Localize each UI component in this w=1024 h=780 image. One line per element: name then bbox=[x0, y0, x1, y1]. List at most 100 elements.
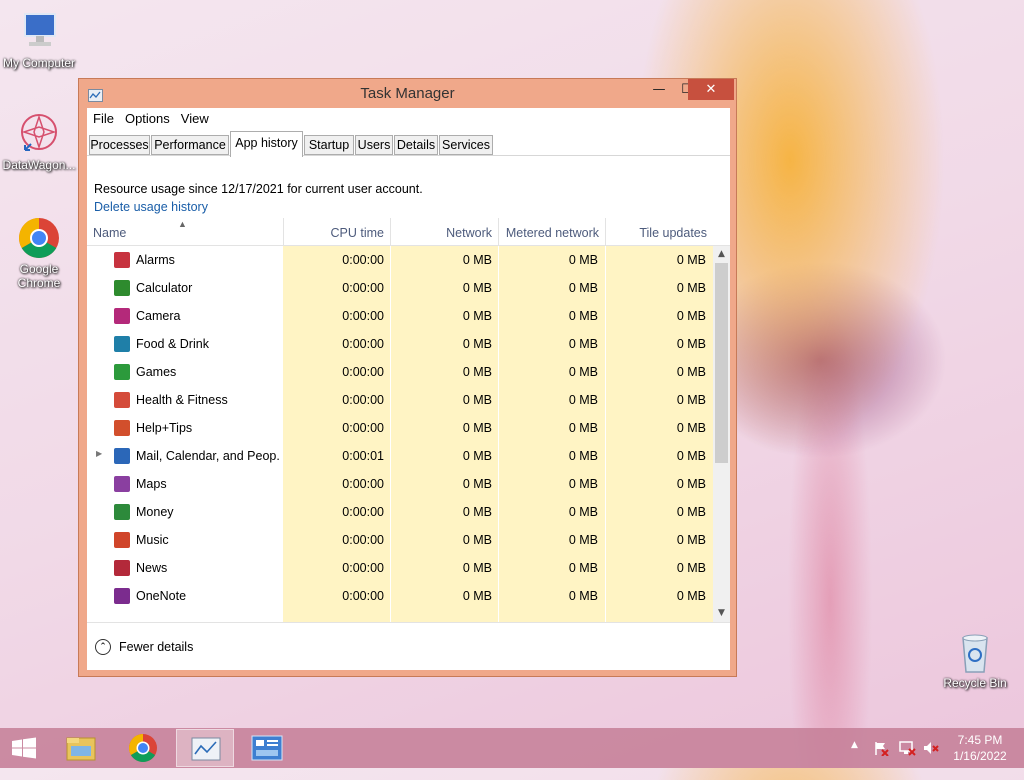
cpu-time-value: 0:00:00 bbox=[342, 589, 384, 603]
network-value: 0 MB bbox=[462, 281, 492, 295]
fewer-details-button[interactable]: Fewer details bbox=[119, 640, 193, 654]
table-row[interactable]: Alarms 0:00:00 0 MB 0 MB 0 MB bbox=[87, 246, 713, 274]
tile-updates-value: 0 MB bbox=[676, 393, 706, 407]
menu-file[interactable]: File bbox=[87, 108, 119, 126]
cpu-time-value: 0:00:00 bbox=[342, 533, 384, 547]
tab-services[interactable]: Services bbox=[439, 135, 493, 155]
scroll-up-icon[interactable]: ▲ bbox=[713, 246, 730, 263]
desktop-icon-my-computer[interactable]: My Computer bbox=[1, 10, 77, 70]
expand-arrow-icon[interactable]: ▶ bbox=[96, 449, 102, 458]
volume-muted-icon[interactable] bbox=[922, 740, 940, 780]
column-network[interactable]: Network bbox=[390, 218, 498, 245]
network-value: 0 MB bbox=[462, 421, 492, 435]
column-tile-updates-label: Tile updates bbox=[639, 226, 707, 240]
window-title: Task Manager bbox=[360, 85, 455, 102]
tile-updates-value: 0 MB bbox=[676, 589, 706, 603]
desktop-icon-label: Google Chrome bbox=[17, 262, 61, 290]
cpu-time-value: 0:00:00 bbox=[342, 477, 384, 491]
minimize-button[interactable]: — bbox=[645, 79, 673, 100]
network-value: 0 MB bbox=[462, 309, 492, 323]
tab-processes[interactable]: Processes bbox=[89, 135, 150, 155]
tile-updates-value: 0 MB bbox=[676, 365, 706, 379]
table-row[interactable]: Maps 0:00:00 0 MB 0 MB 0 MB bbox=[87, 470, 713, 498]
app-icon bbox=[114, 308, 130, 324]
network-value: 0 MB bbox=[462, 477, 492, 491]
column-tile-updates[interactable]: Tile updates bbox=[605, 218, 713, 245]
app-name: Help+Tips bbox=[136, 421, 193, 435]
metered-network-value: 0 MB bbox=[568, 505, 598, 519]
table-row[interactable]: Music 0:00:00 0 MB 0 MB 0 MB bbox=[87, 526, 713, 554]
start-button[interactable] bbox=[0, 729, 50, 767]
scroll-down-icon[interactable]: ▼ bbox=[713, 605, 730, 622]
cpu-time-value: 0:00:00 bbox=[342, 421, 384, 435]
computer-icon bbox=[17, 10, 61, 54]
menu-bar: File Options View bbox=[87, 108, 730, 131]
task-manager-icon bbox=[191, 737, 221, 761]
tab-users[interactable]: Users bbox=[355, 135, 393, 155]
system-clock[interactable]: 7:45 PM 1/16/2022 bbox=[940, 732, 1020, 764]
column-cpu-time[interactable]: CPU time bbox=[283, 218, 390, 245]
action-center-flag-icon[interactable] bbox=[873, 740, 889, 780]
desktop-icon-label: Recycle Bin bbox=[943, 676, 1007, 690]
app-icon bbox=[114, 588, 130, 604]
collapse-chevron-icon[interactable]: ⌃ bbox=[95, 639, 111, 655]
network-value: 0 MB bbox=[462, 253, 492, 267]
desktop-icon-label: My Computer bbox=[2, 56, 76, 70]
cpu-time-value: 0:00:01 bbox=[342, 449, 384, 463]
taskbar-file-explorer[interactable] bbox=[52, 729, 110, 767]
desktop-icon-datawagon[interactable]: DataWagon... bbox=[1, 112, 77, 172]
app-name: Maps bbox=[136, 477, 167, 491]
menu-view[interactable]: View bbox=[175, 108, 214, 126]
column-metered-network[interactable]: Metered network bbox=[498, 218, 605, 245]
app-name: Camera bbox=[136, 309, 181, 323]
table-row[interactable]: Help+Tips 0:00:00 0 MB 0 MB 0 MB bbox=[87, 414, 713, 442]
network-value: 0 MB bbox=[462, 337, 492, 351]
app-icon bbox=[114, 364, 130, 380]
taskbar: ▲ 7:45 PM 1/16/2022 bbox=[0, 728, 1024, 768]
app-icon bbox=[114, 252, 130, 268]
cpu-time-value: 0:00:00 bbox=[342, 253, 384, 267]
chrome-icon bbox=[17, 216, 61, 260]
tab-details[interactable]: Details bbox=[394, 135, 438, 155]
table-row[interactable]: Health & Fitness 0:00:00 0 MB 0 MB 0 MB bbox=[87, 386, 713, 414]
desktop-icon-recycle-bin[interactable]: Recycle Bin bbox=[937, 630, 1013, 690]
network-icon[interactable] bbox=[898, 740, 916, 780]
table-row[interactable]: Money 0:00:00 0 MB 0 MB 0 MB bbox=[87, 498, 713, 526]
close-button[interactable]: ✕ bbox=[688, 79, 734, 100]
metered-network-value: 0 MB bbox=[568, 533, 598, 547]
app-name: Mail, Calendar, and Peop... bbox=[136, 449, 281, 463]
title-bar[interactable]: Task Manager — ☐ ✕ bbox=[79, 79, 736, 107]
taskbar-control-panel[interactable] bbox=[238, 729, 296, 767]
vertical-scrollbar[interactable]: ▲ ▼ bbox=[713, 246, 730, 622]
app-name: OneNote bbox=[136, 589, 187, 603]
app-icon bbox=[114, 392, 130, 408]
delete-usage-history-link[interactable]: Delete usage history bbox=[94, 200, 423, 214]
taskbar-chrome[interactable] bbox=[114, 729, 172, 767]
scrollbar-thumb[interactable] bbox=[715, 263, 728, 463]
app-icon bbox=[114, 476, 130, 492]
cpu-time-value: 0:00:00 bbox=[342, 337, 384, 351]
desktop-icon-google-chrome[interactable]: Google Chrome bbox=[1, 216, 77, 290]
table-row[interactable]: Camera 0:00:00 0 MB 0 MB 0 MB bbox=[87, 302, 713, 330]
column-name[interactable]: Name bbox=[87, 218, 283, 245]
app-icon bbox=[114, 504, 130, 520]
tile-updates-value: 0 MB bbox=[676, 281, 706, 295]
app-icon bbox=[114, 420, 130, 436]
table-row[interactable]: OneNote 0:00:00 0 MB 0 MB 0 MB bbox=[87, 582, 713, 610]
app-name: Money bbox=[136, 505, 174, 519]
tab-app-history[interactable]: App history bbox=[230, 131, 303, 157]
tab-startup[interactable]: Startup bbox=[304, 135, 354, 155]
table-row[interactable]: ▶ Mail, Calendar, and Peop... 0:00:01 0 MB 0… bbox=[87, 442, 713, 470]
cpu-time-value: 0:00:00 bbox=[342, 393, 384, 407]
table-row[interactable]: Food & Drink 0:00:00 0 MB 0 MB 0 MB bbox=[87, 330, 713, 358]
tab-performance[interactable]: Performance bbox=[151, 135, 229, 155]
tile-updates-value: 0 MB bbox=[676, 309, 706, 323]
show-hidden-icons-icon[interactable]: ▲ bbox=[851, 740, 858, 780]
column-network-label: Network bbox=[446, 226, 492, 240]
taskbar-task-manager[interactable] bbox=[176, 729, 234, 767]
menu-options[interactable]: Options bbox=[119, 108, 175, 126]
table-row[interactable]: News 0:00:00 0 MB 0 MB 0 MB bbox=[87, 554, 713, 582]
window-client-area: File Options View Processes Performance Ap… bbox=[87, 108, 730, 670]
table-row[interactable]: Games 0:00:00 0 MB 0 MB 0 MB bbox=[87, 358, 713, 386]
table-row[interactable]: Calculator 0:00:00 0 MB 0 MB 0 MB bbox=[87, 274, 713, 302]
